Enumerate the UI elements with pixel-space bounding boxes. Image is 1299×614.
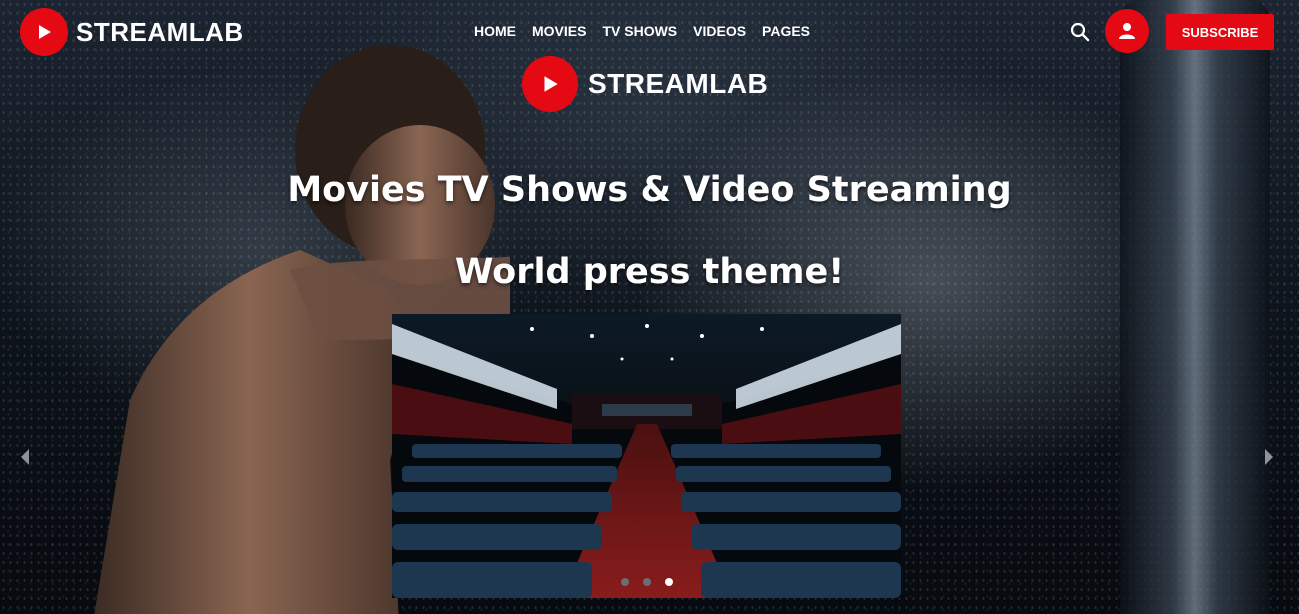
slider-dot-3[interactable] — [664, 578, 673, 586]
chevron-right-icon[interactable] — [1261, 446, 1277, 468]
hero-logo: STREAMLAB — [522, 56, 768, 112]
user-account-button[interactable] — [1105, 9, 1149, 53]
hero-slider[interactable] — [392, 314, 901, 598]
chevron-left-icon[interactable] — [17, 446, 33, 468]
punching-bag-image — [1120, 0, 1270, 614]
slider-dot-2[interactable] — [642, 578, 651, 586]
subscribe-button[interactable]: SUBSCRIBE — [1166, 14, 1274, 50]
slider-dot-1[interactable] — [620, 578, 629, 586]
hero-logo-text: STREAMLAB — [588, 68, 769, 99]
play-logo-icon — [522, 56, 578, 112]
nav-tv-shows[interactable]: TV SHOWS — [602, 23, 677, 39]
nav-movies[interactable]: MOVIES — [532, 23, 586, 39]
cinema-hall-image — [392, 314, 901, 598]
search-icon[interactable] — [1068, 20, 1092, 44]
play-logo-icon — [20, 8, 68, 56]
site-logo[interactable]: STREAMLAB — [20, 8, 244, 56]
nav-videos[interactable]: VIDEOS — [693, 23, 746, 39]
hero-subheadline: World press theme! — [454, 252, 845, 292]
nav-pages[interactable]: PAGES — [762, 23, 810, 39]
nav-home[interactable]: HOME — [474, 23, 516, 39]
main-nav: HOME MOVIES TV SHOWS VIDEOS PAGES — [474, 23, 810, 39]
hero-headline: Movies TV Shows & Video Streaming — [287, 170, 1012, 210]
slider-dots — [392, 578, 901, 586]
user-icon — [1119, 23, 1135, 39]
logo-text: STREAMLAB — [76, 16, 244, 47]
site-header: STREAMLAB HOME MOVIES TV SHOWS VIDEOS PA… — [0, 0, 1299, 62]
